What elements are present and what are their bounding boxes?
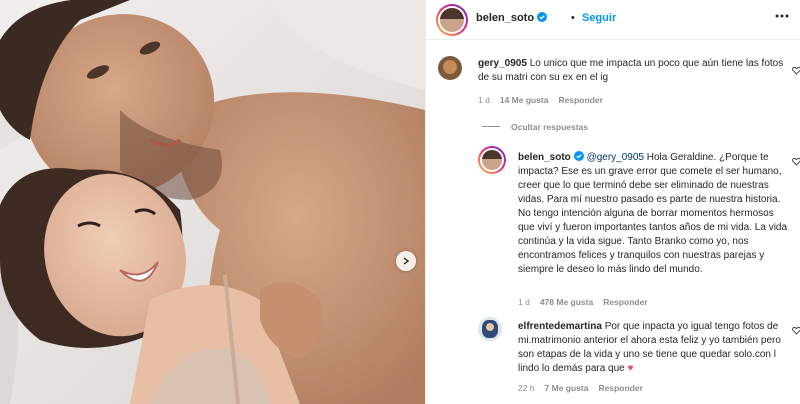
comment-meta: 1 d 14 Me gusta Responder: [478, 95, 613, 105]
heart-outline-icon[interactable]: [792, 157, 800, 166]
reply-meta: 1 d 478 Me gusta Responder: [518, 297, 658, 307]
verified-badge-icon: [573, 151, 584, 161]
reply-reply-button[interactable]: Responder: [603, 297, 647, 307]
reply-avatar[interactable]: [478, 146, 506, 174]
comment-meta: 22 h 7 Me gusta Responder: [518, 383, 653, 393]
post-photo[interactable]: [0, 0, 425, 404]
verified-badge-icon: [537, 12, 548, 22]
hide-replies-button[interactable]: Ocultar respuestas: [511, 122, 588, 132]
commenter-avatar[interactable]: [478, 317, 502, 341]
comment-reply-button[interactable]: Responder: [598, 383, 642, 393]
reply-likes[interactable]: 478 Me gusta: [540, 297, 593, 307]
reply-username[interactable]: belen_soto: [518, 151, 584, 163]
red-heart-emoji: ♥: [627, 363, 634, 374]
comment-username[interactable]: elfrentedemartina: [518, 321, 602, 332]
hide-replies-line: [482, 126, 500, 127]
chevron-right-icon: [403, 257, 410, 265]
comment-time[interactable]: 22 h: [518, 383, 535, 393]
comments-panel: belen_soto • Seguir gery_0905 Lo unico q…: [425, 0, 800, 404]
reply-comment: belen_soto @gery_0905 Hola Geraldine. ¿P…: [518, 151, 790, 277]
comment: elfrentedemartina Por que inpacta yo igu…: [518, 320, 790, 376]
reply-time[interactable]: 1 d: [518, 297, 530, 307]
comment-likes[interactable]: 14 Me gusta: [500, 95, 549, 105]
author-username[interactable]: belen_soto: [476, 12, 548, 24]
heart-outline-icon[interactable]: [792, 66, 800, 75]
header-separator: •: [571, 12, 575, 24]
carousel-next-button[interactable]: [396, 251, 416, 271]
comment-reply-button[interactable]: Responder: [558, 95, 602, 105]
more-options-icon[interactable]: [774, 13, 790, 19]
commenter-avatar[interactable]: [438, 56, 462, 80]
heart-outline-icon[interactable]: [792, 326, 800, 335]
follow-button[interactable]: Seguir: [582, 12, 616, 24]
author-avatar[interactable]: [436, 4, 468, 36]
comment-likes[interactable]: 7 Me gusta: [545, 383, 589, 393]
post-image: [0, 0, 425, 404]
reply-mention[interactable]: @gery_0905: [587, 152, 644, 163]
comment-username[interactable]: gery_0905: [478, 58, 527, 69]
comment: gery_0905 Lo unico que me impacta un poc…: [478, 57, 788, 85]
comment-time[interactable]: 1 d: [478, 95, 490, 105]
reply-text: Hola Geraldine. ¿Porque te impacta? Ese …: [518, 152, 788, 275]
post-header: belen_soto • Seguir: [426, 0, 800, 40]
